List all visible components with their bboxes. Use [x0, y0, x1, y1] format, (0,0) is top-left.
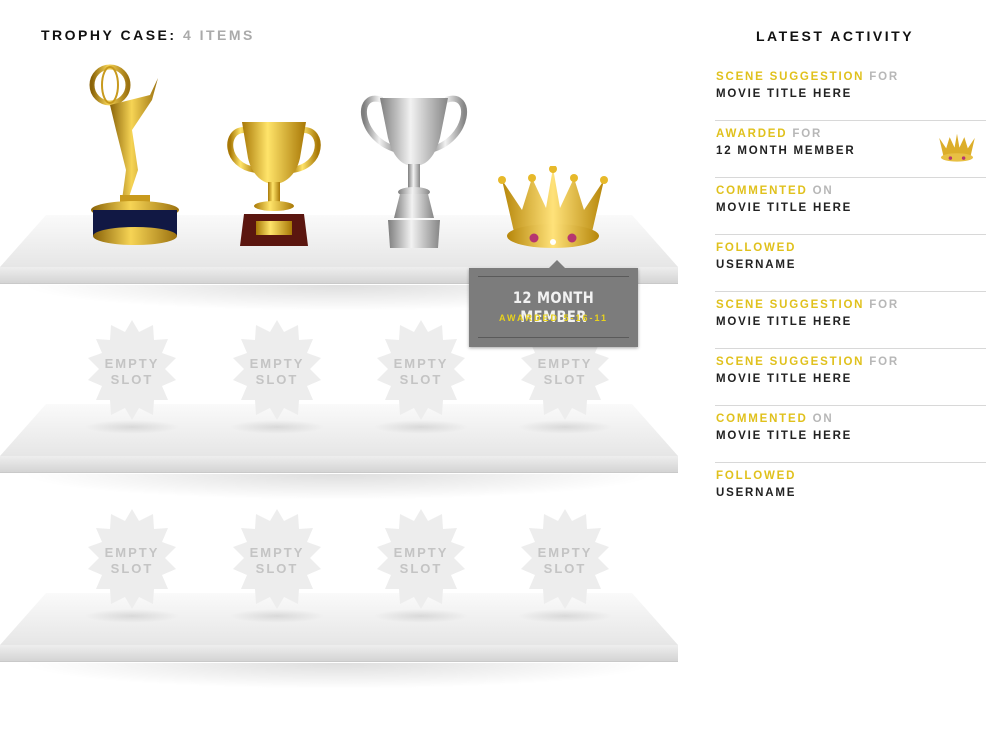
activity-item[interactable]: FOLLOWED USERNAME: [715, 463, 986, 519]
activity-object-link[interactable]: MOVIE TITLE HERE: [716, 316, 852, 328]
activity-item[interactable]: FOLLOWED USERNAME: [715, 235, 986, 292]
activity-item[interactable]: COMMENTED ON MOVIE TITLE HERE: [715, 406, 986, 463]
activity-prep: ON: [812, 185, 834, 197]
crown-icon[interactable]: [496, 166, 610, 252]
empty-slot: EMPTY SLOT: [82, 509, 182, 609]
activity-object-link[interactable]: USERNAME: [716, 259, 796, 271]
activity-list: SCENE SUGGESTION FOR MOVIE TITLE HERE AW…: [715, 64, 986, 519]
empty-slot-line2: SLOT: [399, 372, 443, 387]
empty-slot-line1: EMPTY: [104, 356, 160, 371]
activity-title: LATEST ACTIVITY: [756, 28, 915, 44]
activity-prep: FOR: [869, 71, 899, 83]
activity-item[interactable]: AWARDED FOR 12 MONTH MEMBER: [715, 121, 986, 178]
activity-object-link[interactable]: 12 MONTH MEMBER: [716, 145, 855, 157]
activity-object-link[interactable]: MOVIE TITLE HERE: [716, 88, 852, 100]
slot-shadow: [229, 609, 325, 623]
crown-icon: [937, 133, 977, 168]
empty-slot-line2: SLOT: [255, 561, 299, 576]
slot-shadow: [84, 420, 180, 434]
activity-verb: SCENE SUGGESTION: [716, 71, 865, 83]
activity-verb: COMMENTED: [716, 413, 808, 425]
activity-prep: FOR: [869, 356, 899, 368]
emmy-statuette-icon[interactable]: [80, 60, 190, 255]
activity-verb: FOLLOWED: [716, 242, 797, 254]
activity-verb: SCENE SUGGESTION: [716, 299, 865, 311]
empty-slot-line1: EMPTY: [104, 545, 160, 560]
slot-shadow: [517, 609, 613, 623]
activity-item[interactable]: COMMENTED ON MOVIE TITLE HERE: [715, 178, 986, 235]
empty-slot-line1: EMPTY: [393, 545, 449, 560]
slot-shadow: [229, 420, 325, 434]
slot-shadow: [517, 420, 613, 434]
empty-slot-line1: EMPTY: [249, 545, 305, 560]
trophy-count: 4 ITEMS: [182, 27, 255, 43]
empty-slot-line2: SLOT: [110, 372, 154, 387]
gold-cup-trophy-icon[interactable]: [222, 118, 326, 253]
slot-shadow: [373, 609, 469, 623]
empty-slot: EMPTY SLOT: [227, 509, 327, 609]
activity-object-link[interactable]: USERNAME: [716, 487, 796, 499]
empty-slot: EMPTY SLOT: [82, 320, 182, 420]
empty-slot-line2: SLOT: [543, 561, 587, 576]
empty-slot-line1: EMPTY: [249, 356, 305, 371]
empty-slot: EMPTY SLOT: [371, 509, 471, 609]
activity-prep: FOR: [792, 128, 823, 140]
activity-verb: AWARDED: [716, 128, 788, 140]
slot-shadow: [84, 609, 180, 623]
empty-slot: EMPTY SLOT: [227, 320, 327, 420]
activity-object-link[interactable]: MOVIE TITLE HERE: [716, 202, 852, 214]
trophy-case-title: TROPHY CASE: 4 ITEMS: [41, 27, 255, 43]
empty-slot-line1: EMPTY: [537, 545, 593, 560]
activity-object-link[interactable]: MOVIE TITLE HERE: [716, 373, 852, 385]
empty-slot-line1: EMPTY: [537, 356, 593, 371]
empty-slot: EMPTY SLOT: [371, 320, 471, 420]
empty-slot-line1: EMPTY: [393, 356, 449, 371]
activity-prep: FOR: [869, 299, 899, 311]
slot-shadow: [373, 420, 469, 434]
activity-object-link[interactable]: MOVIE TITLE HERE: [716, 430, 852, 442]
activity-item[interactable]: SCENE SUGGESTION FOR MOVIE TITLE HERE: [715, 64, 986, 121]
empty-slot-line2: SLOT: [255, 372, 299, 387]
activity-item[interactable]: SCENE SUGGESTION FOR MOVIE TITLE HERE: [715, 292, 986, 349]
activity-verb: FOLLOWED: [716, 470, 797, 482]
silver-cup-trophy-icon[interactable]: [354, 90, 474, 252]
empty-slot-line2: SLOT: [399, 561, 443, 576]
trophy-tooltip: 12 MONTH MEMBER AWARDED 5-16-11: [469, 260, 638, 347]
empty-slot: EMPTY SLOT: [515, 509, 615, 609]
activity-verb: SCENE SUGGESTION: [716, 356, 865, 368]
activity-verb: COMMENTED: [716, 185, 808, 197]
tooltip-subtitle: AWARDED 5-16-11: [498, 313, 609, 323]
activity-item[interactable]: SCENE SUGGESTION FOR MOVIE TITLE HERE: [715, 349, 986, 406]
empty-slot-line2: SLOT: [110, 561, 154, 576]
empty-slot-line2: SLOT: [543, 372, 587, 387]
trophy-case-label: TROPHY CASE:: [41, 27, 177, 43]
activity-prep: ON: [812, 413, 834, 425]
